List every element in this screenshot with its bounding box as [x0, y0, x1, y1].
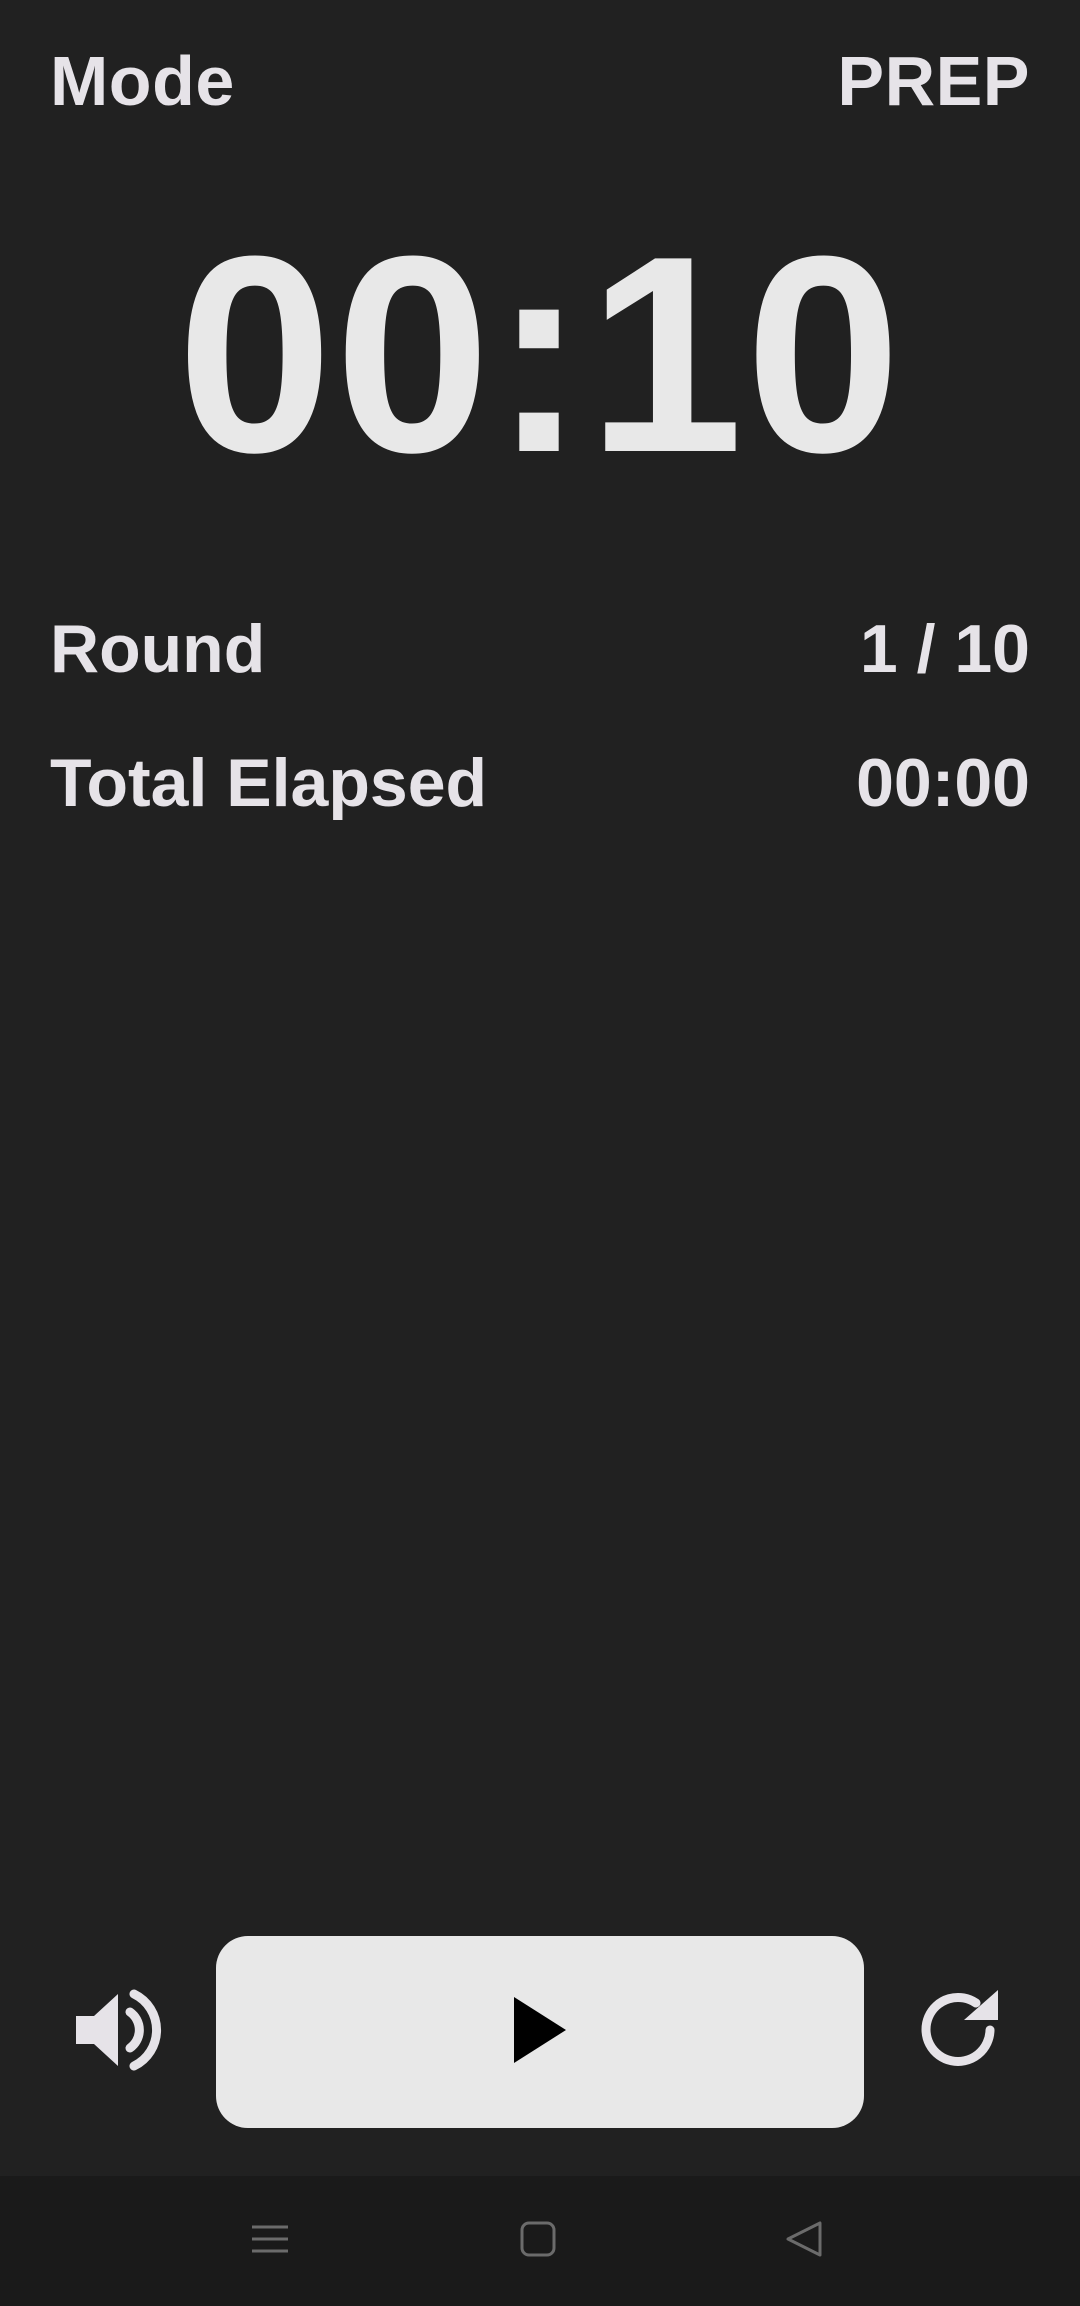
elapsed-value: 00:00	[856, 745, 1030, 821]
controls-bar	[0, 1936, 1080, 2128]
volume-button[interactable]	[66, 1980, 170, 2084]
mode-value: PREP	[837, 42, 1030, 120]
reset-icon	[914, 1984, 1006, 2081]
elapsed-row: Total Elapsed 00:00	[50, 740, 1030, 826]
play-button[interactable]	[216, 1936, 864, 2128]
round-label: Round	[50, 611, 266, 687]
recents-button[interactable]	[230, 2206, 310, 2276]
back-icon	[784, 2219, 824, 2264]
home-button[interactable]	[498, 2206, 578, 2276]
volume-icon	[70, 1982, 166, 2083]
mode-label: Mode	[50, 42, 235, 120]
mode-row: Mode PREP	[50, 38, 1030, 124]
system-navigation-bar	[0, 2176, 1080, 2306]
home-icon	[518, 2219, 558, 2264]
menu-icon	[250, 2219, 290, 2264]
interval-timer-screen: Mode PREP 00:10 Round 1 / 10 Total Elaps…	[0, 0, 1080, 2306]
play-icon	[510, 1995, 570, 2070]
elapsed-label: Total Elapsed	[50, 745, 488, 821]
countdown-timer: 00:10	[176, 199, 904, 511]
round-row: Round 1 / 10	[50, 606, 1030, 692]
back-button[interactable]	[764, 2206, 844, 2276]
round-value: 1 / 10	[859, 611, 1030, 687]
reset-button[interactable]	[908, 1980, 1012, 2084]
